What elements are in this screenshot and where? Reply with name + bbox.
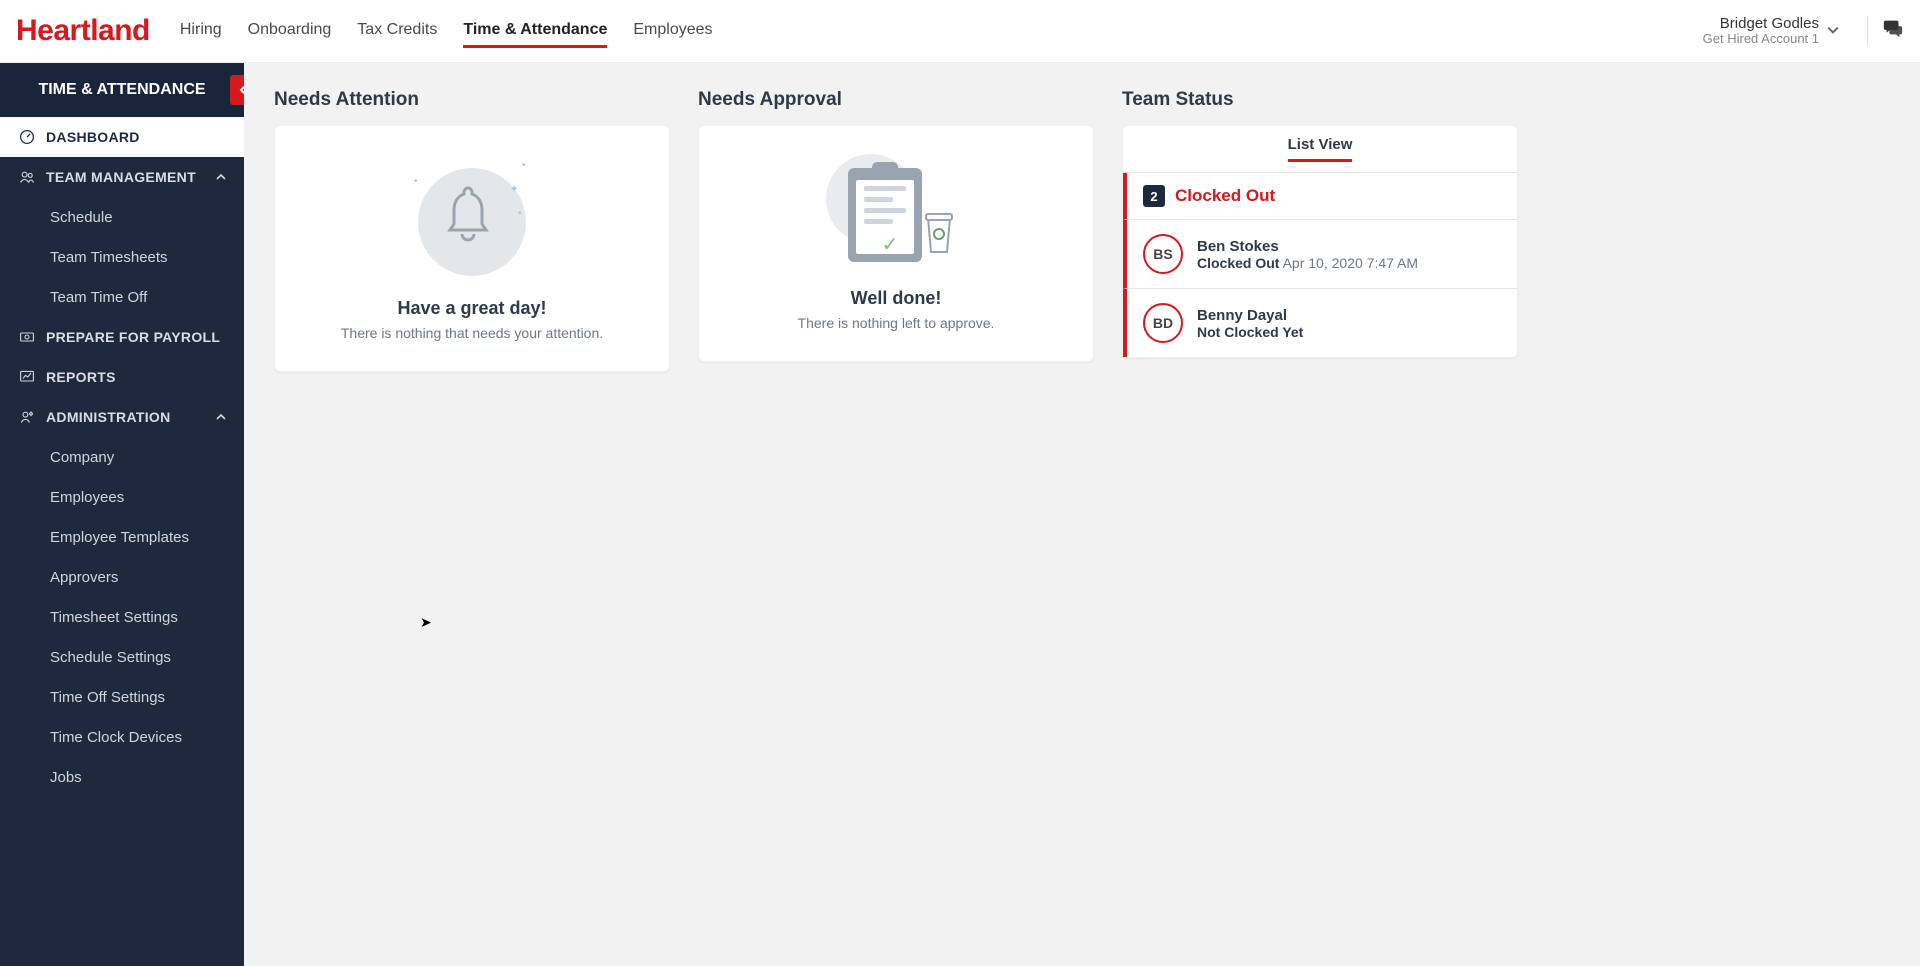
chevron-up-icon xyxy=(216,409,226,425)
employee-name: Benny Dayal xyxy=(1197,307,1303,324)
sidebar-sub-company[interactable]: Company xyxy=(0,437,244,477)
chart-icon xyxy=(18,368,36,386)
sidebar-sub-time-off-settings[interactable]: Time Off Settings xyxy=(0,677,244,717)
sidebar-sub-schedule-settings[interactable]: Schedule Settings xyxy=(0,637,244,677)
sidebar-item-team-management[interactable]: TEAM MANAGEMENT xyxy=(0,157,244,197)
main-content: Needs Attention • ✦ • • Have a great day… xyxy=(244,63,1920,966)
employee-status: Not Clocked Yet xyxy=(1197,324,1303,340)
needs-attention-column: Needs Attention • ✦ • • Have a great day… xyxy=(274,89,670,372)
top-header: Heartland Hiring Onboarding Tax Credits … xyxy=(0,0,1920,63)
sidebar: TIME & ATTENDANCE DASHBOARD TEAM MANAGEM… xyxy=(0,63,244,966)
payroll-icon xyxy=(18,328,36,346)
sidebar-sub-employee-templates[interactable]: Employee Templates xyxy=(0,517,244,557)
sidebar-label: ADMINISTRATION xyxy=(46,409,171,425)
user-name: Bridget Godles xyxy=(1703,16,1819,33)
needs-attention-card: • ✦ • • Have a great day! There is nothi… xyxy=(274,125,670,372)
chevron-down-icon[interactable] xyxy=(1827,23,1839,39)
clipboard-icon: ✓ xyxy=(848,168,922,262)
status-group-label: Clocked Out xyxy=(1175,186,1275,206)
brand-logo: Heartland xyxy=(16,14,150,48)
needs-approval-empty-title: Well done! xyxy=(719,288,1073,309)
chat-icon[interactable] xyxy=(1882,17,1904,45)
needs-approval-title: Needs Approval xyxy=(698,89,1094,111)
divider xyxy=(1867,16,1868,46)
avatar: BS xyxy=(1143,234,1183,274)
nav-time-attendance[interactable]: Time & Attendance xyxy=(463,15,607,48)
sidebar-sub-team-timesheets[interactable]: Team Timesheets xyxy=(0,237,244,277)
sidebar-sub-employees[interactable]: Employees xyxy=(0,477,244,517)
sidebar-sub-team-time-off[interactable]: Team Time Off xyxy=(0,277,244,317)
nav-employees[interactable]: Employees xyxy=(633,15,712,48)
avatar: BD xyxy=(1143,303,1183,343)
sidebar-label: DASHBOARD xyxy=(46,129,140,145)
team-status-title: Team Status xyxy=(1122,89,1518,111)
status-count-badge: 2 xyxy=(1143,185,1165,207)
check-icon: ✓ xyxy=(866,232,914,257)
user-menu[interactable]: Bridget Godles Get Hired Account 1 xyxy=(1703,16,1819,47)
employee-name: Ben Stokes xyxy=(1197,238,1418,255)
clipboard-illustration: ✓ xyxy=(826,154,966,274)
coffee-cup-icon xyxy=(924,210,954,254)
sidebar-collapse-button[interactable] xyxy=(230,75,244,105)
team-status-tabbar: List View xyxy=(1123,126,1517,173)
team-status-card: List View 2 Clocked Out BS Ben Stokes Cl… xyxy=(1122,125,1518,358)
sidebar-item-dashboard[interactable]: DASHBOARD xyxy=(0,117,244,157)
status-group-header[interactable]: 2 Clocked Out xyxy=(1123,173,1517,220)
sidebar-sub-time-clock-devices[interactable]: Time Clock Devices xyxy=(0,717,244,757)
sidebar-label: TEAM MANAGEMENT xyxy=(46,169,196,185)
needs-attention-empty-title: Have a great day! xyxy=(295,298,649,319)
sidebar-label: PREPARE FOR PAYROLL xyxy=(46,329,220,345)
gauge-icon xyxy=(18,128,36,146)
employee-row[interactable]: BS Ben Stokes Clocked Out Apr 10, 2020 7… xyxy=(1123,220,1517,289)
bell-illustration: • ✦ • • xyxy=(412,154,532,284)
users-icon xyxy=(18,168,36,186)
team-status-column: Team Status List View 2 Clocked Out BS B… xyxy=(1122,89,1518,372)
needs-approval-card: ✓ Well done! There is nothing left to ap… xyxy=(698,125,1094,362)
user-account: Get Hired Account 1 xyxy=(1703,32,1819,46)
sidebar-item-reports[interactable]: REPORTS xyxy=(0,357,244,397)
top-nav: Hiring Onboarding Tax Credits Time & Att… xyxy=(180,15,713,48)
sidebar-sub-timesheet-settings[interactable]: Timesheet Settings xyxy=(0,597,244,637)
sidebar-item-prepare-payroll[interactable]: PREPARE FOR PAYROLL xyxy=(0,317,244,357)
sidebar-label: REPORTS xyxy=(46,369,116,385)
sidebar-title: TIME & ATTENDANCE xyxy=(38,81,205,99)
employee-status: Clocked Out Apr 10, 2020 7:47 AM xyxy=(1197,255,1418,271)
needs-approval-column: Needs Approval ✓ xyxy=(698,89,1094,372)
tab-list-view[interactable]: List View xyxy=(1288,136,1353,162)
sidebar-title-bar: TIME & ATTENDANCE xyxy=(0,63,244,117)
employee-row[interactable]: BD Benny Dayal Not Clocked Yet xyxy=(1123,289,1517,357)
nav-hiring[interactable]: Hiring xyxy=(180,15,222,48)
nav-tax-credits[interactable]: Tax Credits xyxy=(357,15,437,48)
admin-icon xyxy=(18,408,36,426)
sidebar-sub-schedule[interactable]: Schedule xyxy=(0,197,244,237)
bell-icon xyxy=(446,184,490,244)
needs-attention-title: Needs Attention xyxy=(274,89,670,111)
sidebar-sub-approvers[interactable]: Approvers xyxy=(0,557,244,597)
needs-attention-empty-sub: There is nothing that needs your attenti… xyxy=(295,325,649,341)
sidebar-sub-jobs[interactable]: Jobs xyxy=(0,757,244,797)
sidebar-item-administration[interactable]: ADMINISTRATION xyxy=(0,397,244,437)
chevron-up-icon xyxy=(216,169,226,185)
nav-onboarding[interactable]: Onboarding xyxy=(248,15,332,48)
needs-approval-empty-sub: There is nothing left to approve. xyxy=(719,315,1073,331)
